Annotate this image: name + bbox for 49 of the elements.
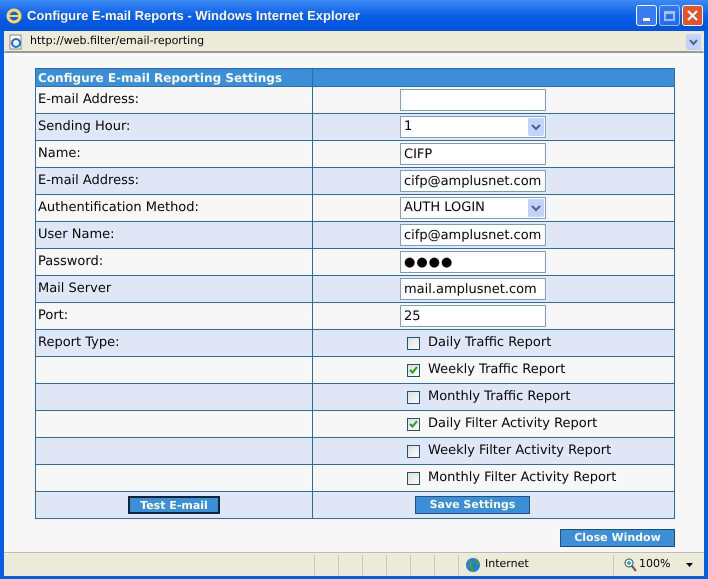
checkbox[interactable]: [407, 364, 420, 376]
zoom-control[interactable]: 100%: [613, 554, 704, 574]
table-header: Configure E-mail Reporting Settings: [38, 70, 282, 86]
window-title: Configure E-mail Reports - Windows Internet Explorer: [27, 6, 360, 25]
url-text: http://web.filter/email-reporting: [30, 33, 204, 50]
checkbox[interactable]: [407, 472, 420, 484]
field-label: Report Type:: [38, 334, 120, 352]
field-label: Mail Server: [38, 280, 112, 298]
field-label: Password:: [38, 253, 104, 272]
checkmark-icon: [409, 366, 418, 374]
checkbox[interactable]: [407, 336, 420, 350]
password-field[interactable]: ●●●●: [400, 251, 546, 273]
checkbox-label: Weekly Filter Activity Report: [428, 442, 612, 460]
checkbox-label: Monthly Filter Activity Report: [428, 469, 616, 488]
browser-logo-icon: [5, 6, 23, 24]
close-button[interactable]: [682, 5, 703, 26]
field-label: User Name:: [38, 226, 114, 244]
checkbox-label: Daily Traffic Report: [428, 334, 552, 352]
field-label: Authentification Method:: [38, 199, 199, 218]
text-field[interactable]: CIFP: [400, 143, 546, 165]
text-field[interactable]: 25: [400, 305, 546, 327]
globe-icon: [465, 556, 481, 572]
text-field[interactable]: [400, 89, 546, 111]
zoom-text: 100%: [639, 556, 670, 572]
address-bar[interactable]: http://web.filter/email-reporting: [5, 32, 703, 52]
zoom-icon: [624, 558, 637, 572]
dropdown[interactable]: AUTH LOGIN: [400, 197, 546, 219]
checkbox-label: Weekly Traffic Report: [428, 361, 566, 380]
field-label: Name:: [38, 145, 81, 164]
text-field[interactable]: cifp@amplusnet.com: [400, 170, 546, 192]
field-label: Sending Hour:: [38, 118, 130, 136]
checkbox[interactable]: [407, 444, 420, 458]
field-label: E-mail Address:: [38, 172, 140, 190]
field-label: E-mail Address:: [38, 91, 140, 110]
caret-icon: [686, 562, 694, 566]
maximize-button[interactable]: [659, 5, 680, 26]
checkbox[interactable]: [407, 418, 420, 430]
text-field[interactable]: mail.amplusnet.com: [400, 278, 546, 300]
field-label: Port:: [38, 307, 68, 326]
text-field[interactable]: cifp@amplusnet.com: [400, 224, 546, 246]
page-icon: [8, 34, 24, 50]
checkbox[interactable]: [407, 390, 420, 404]
checkbox-label: Monthly Traffic Report: [428, 388, 570, 406]
dropdown[interactable]: 1: [400, 116, 546, 138]
checkbox-label: Daily Filter Activity Report: [428, 415, 598, 434]
close-icon: [687, 10, 698, 21]
checkmark-icon: [409, 420, 418, 428]
minimize-button[interactable]: [636, 5, 657, 26]
zone-text: Internet: [485, 556, 529, 572]
